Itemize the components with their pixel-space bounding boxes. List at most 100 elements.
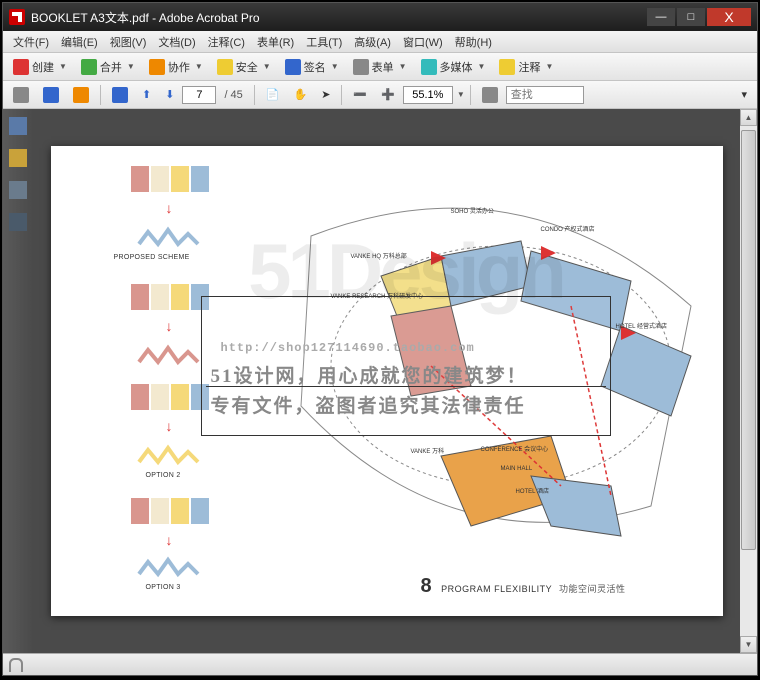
arrow-down-icon: ↓ xyxy=(166,318,173,334)
comments-panel-button[interactable] xyxy=(9,149,27,167)
page-prev-button[interactable]: ⬆ xyxy=(136,85,157,104)
lock-icon xyxy=(217,59,233,75)
separator xyxy=(341,85,342,105)
chevron-icon: ▾ xyxy=(741,88,747,101)
page-total-label: / 45 xyxy=(224,89,242,101)
scroll-thumb[interactable] xyxy=(741,130,756,550)
menu-tools[interactable]: 工具(T) xyxy=(300,32,348,52)
minus-icon: ➖ xyxy=(353,88,367,101)
content-area: ↓ PROPOSED SCHEME ↓ ↓ OPTION 2 ↓ OPTION … xyxy=(3,109,757,653)
menubar: 文件(F) 编辑(E) 视图(V) 文档(D) 注释(C) 表单(R) 工具(T… xyxy=(3,31,757,53)
page-number-input[interactable] xyxy=(182,86,216,104)
menu-advanced[interactable]: 高级(A) xyxy=(348,32,397,52)
chevron-down-icon: ▼ xyxy=(478,62,486,71)
secure-label: 安全 xyxy=(236,59,258,75)
arrow-down-icon: ↓ xyxy=(166,418,173,434)
menu-forms[interactable]: 表单(R) xyxy=(251,32,300,52)
chevron-down-icon: ▼ xyxy=(399,62,407,71)
chevron-down-icon: ▼ xyxy=(331,62,339,71)
attachments-panel-button[interactable] xyxy=(9,181,27,199)
create-button[interactable]: 创建▼ xyxy=(7,56,73,78)
plus-icon: ➕ xyxy=(381,88,395,101)
sign-label: 签名 xyxy=(304,59,326,75)
toolbar-tasks: 创建▼ 合并▼ 协作▼ 安全▼ 签名▼ 表单▼ 多媒体▼ 注释▼ xyxy=(3,53,757,81)
fit-page-button[interactable] xyxy=(476,84,504,106)
color-swatches xyxy=(131,498,209,524)
toolbar-overflow[interactable]: ▾ xyxy=(735,85,753,104)
multimedia-button[interactable]: 多媒体▼ xyxy=(415,56,492,78)
save-icon xyxy=(43,87,59,103)
minimize-button[interactable]: — xyxy=(647,8,675,26)
forms-label: 表单 xyxy=(372,59,394,75)
save-button[interactable] xyxy=(37,84,65,106)
scroll-track[interactable] xyxy=(740,126,757,636)
scheme-label: PROPOSED SCHEME xyxy=(114,254,190,261)
chevron-down-icon: ▼ xyxy=(545,62,553,71)
close-button[interactable]: X xyxy=(707,8,751,26)
nav-panel xyxy=(3,109,33,653)
comment-button[interactable]: 注释▼ xyxy=(493,56,559,78)
scroll-down-button[interactable]: ▼ xyxy=(740,636,757,653)
anno-hotel2: HOTEL 酒店 xyxy=(516,486,549,495)
color-swatches xyxy=(131,284,209,310)
separator xyxy=(470,85,471,105)
email-button[interactable] xyxy=(67,84,95,106)
menu-comments[interactable]: 注释(C) xyxy=(202,32,251,52)
scroll-up-button[interactable]: ▲ xyxy=(740,109,757,126)
select-tool[interactable]: ➤ xyxy=(315,85,336,104)
scroll-tool[interactable]: 📄 xyxy=(260,85,286,104)
menu-edit[interactable]: 编辑(E) xyxy=(55,32,104,52)
collab-button[interactable]: 协作 ▼ xyxy=(143,56,209,78)
titlebar: BOOKLET A3文本.pdf - Adobe Acrobat Pro — □… xyxy=(3,3,757,31)
combine-label: 合并 xyxy=(100,59,122,75)
pages-panel-button[interactable] xyxy=(9,117,27,135)
sign-button[interactable]: 签名 ▼ xyxy=(279,56,345,78)
page-section-title-cn: 功能空间灵活性 xyxy=(559,584,626,594)
sign-icon xyxy=(285,59,301,75)
paperclip-icon[interactable] xyxy=(9,658,23,672)
menu-file[interactable]: 文件(F) xyxy=(7,32,55,52)
zoom-in-button[interactable]: ➕ xyxy=(375,85,401,104)
scheme-sketch xyxy=(136,552,206,580)
page-section-title-en: PROGRAM FLEXIBILITY xyxy=(441,584,552,594)
app-window: BOOKLET A3文本.pdf - Adobe Acrobat Pro — □… xyxy=(2,2,758,676)
collab-label: 协作 xyxy=(168,59,190,75)
signatures-panel-button[interactable] xyxy=(9,213,27,231)
menu-document[interactable]: 文档(D) xyxy=(152,32,201,52)
page-viewport[interactable]: ↓ PROPOSED SCHEME ↓ ↓ OPTION 2 ↓ OPTION … xyxy=(33,109,740,653)
watermark-line1: 51设计网，用心成就您的建筑梦！ xyxy=(211,361,606,388)
arrow-down-icon: ↓ xyxy=(166,200,173,216)
multimedia-icon xyxy=(421,59,437,75)
acrobat-icon xyxy=(9,9,25,25)
color-swatches xyxy=(131,384,209,410)
forms-button[interactable]: 表单 ▼ xyxy=(347,56,413,78)
page-first-button[interactable] xyxy=(106,84,134,106)
hand-tool[interactable]: ✋ xyxy=(288,85,314,104)
chevron-down-icon: ▼ xyxy=(263,62,271,71)
page-next-button[interactable]: ⬇ xyxy=(159,85,180,104)
print-button[interactable] xyxy=(7,84,35,106)
menu-help[interactable]: 帮助(H) xyxy=(449,32,498,52)
separator xyxy=(254,85,255,105)
window-title: BOOKLET A3文本.pdf - Adobe Acrobat Pro xyxy=(31,9,647,26)
menu-window[interactable]: 窗口(W) xyxy=(397,32,449,52)
forms-icon xyxy=(353,59,369,75)
scheme-label: OPTION 3 xyxy=(146,584,181,591)
secure-button[interactable]: 安全 ▼ xyxy=(211,56,277,78)
chevron-down-icon[interactable]: ▼ xyxy=(457,90,465,99)
page-icon: 📄 xyxy=(266,88,280,101)
anno-mainhall: MAIN HALL xyxy=(501,466,533,472)
combine-button[interactable]: 合并▼ xyxy=(75,56,141,78)
vertical-scrollbar[interactable]: ▲ ▼ xyxy=(740,109,757,653)
scheme-label: OPTION 2 xyxy=(146,472,181,479)
menu-view[interactable]: 视图(V) xyxy=(104,32,153,52)
page-icon xyxy=(112,87,128,103)
anno-conf: CONFERENCE 会议中心 xyxy=(481,444,549,453)
chevron-down-icon: ▼ xyxy=(195,62,203,71)
create-icon xyxy=(13,59,29,75)
maximize-button[interactable]: □ xyxy=(677,8,705,26)
find-input[interactable] xyxy=(506,86,584,104)
zoom-out-button[interactable]: ➖ xyxy=(347,85,373,104)
mail-icon xyxy=(73,87,89,103)
zoom-input[interactable] xyxy=(403,86,453,104)
